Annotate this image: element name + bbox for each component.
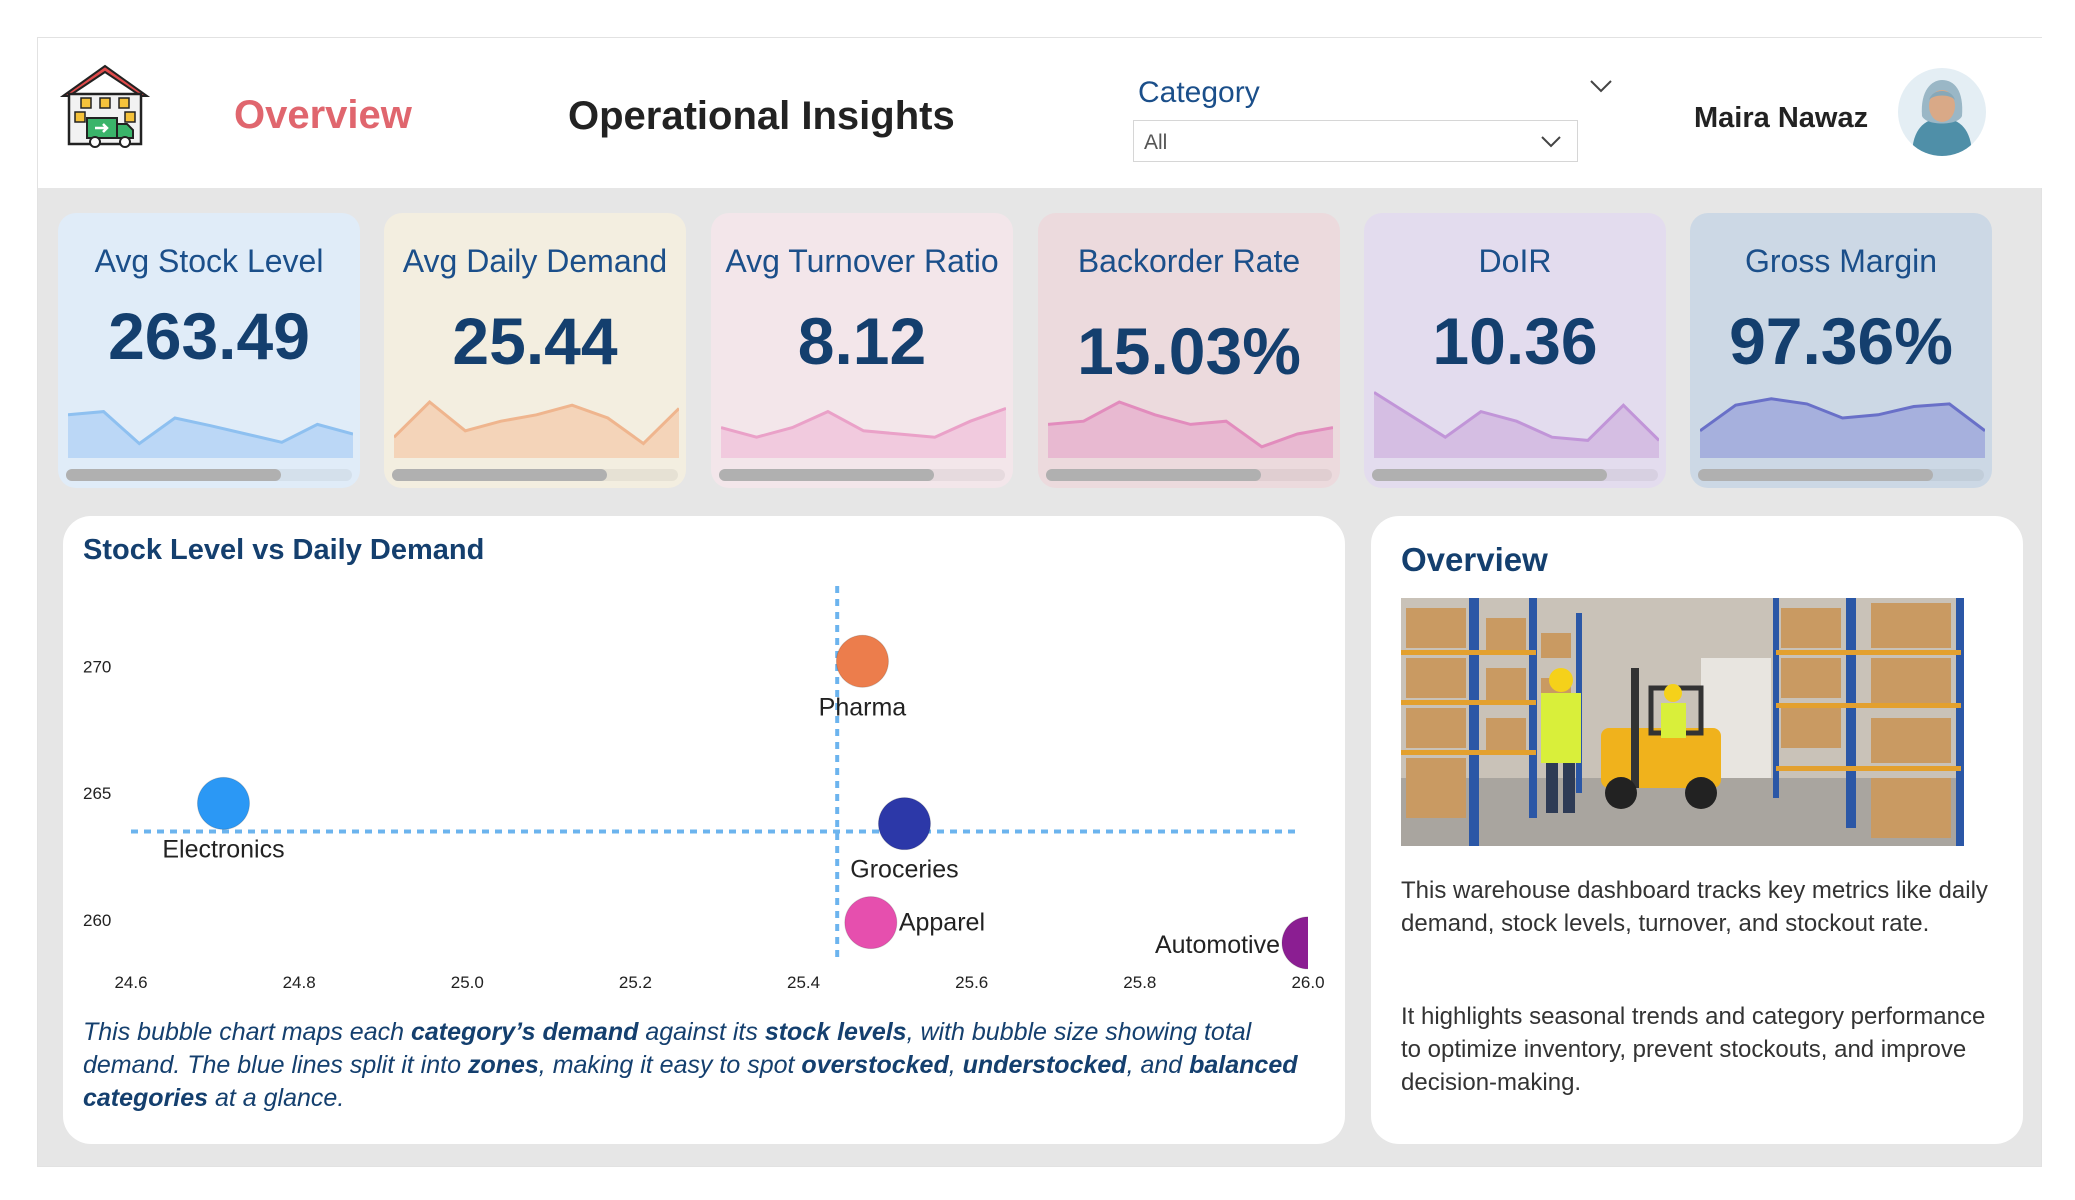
chevron-down-icon (1541, 136, 1561, 148)
kpi-card-backorder-rate: Backorder Rate 15.03% (1038, 213, 1340, 488)
kpi-scrollbar[interactable] (1046, 469, 1332, 481)
bubble-label: Pharma (819, 693, 907, 721)
bubble-groceries[interactable] (877, 797, 931, 851)
desc-emphasis: stock levels (764, 1018, 907, 1046)
desc-text: , (948, 1051, 963, 1079)
overview-panel: Overview This warehouse dashboard tracks… (1371, 516, 2023, 1144)
kpi-card-avg-turnover-ratio: Avg Turnover Ratio 8.12 (711, 213, 1013, 488)
sparkline-area (1048, 402, 1333, 458)
kpi-card-avg-daily-demand: Avg Daily Demand 25.44 (384, 213, 686, 488)
desc-text: , and (1126, 1051, 1190, 1079)
x-tick-label: 24.8 (283, 973, 316, 992)
kpi-card-doir: DoIR 10.36 (1364, 213, 1666, 488)
kpi-card-avg-stock-level: Avg Stock Level 263.49 (58, 213, 360, 488)
kpi-scrollbar[interactable] (1698, 469, 1984, 481)
desc-text: , making it easy to spot (538, 1051, 802, 1079)
bubble-pharma[interactable] (835, 634, 889, 688)
kpi-sparkline (1700, 397, 1985, 458)
kpi-sparkline (394, 399, 679, 458)
kpi-title: Gross Margin (1744, 243, 1938, 279)
desc-text: This bubble chart maps each (83, 1018, 411, 1046)
sparkline-area (394, 402, 679, 458)
avatar (1898, 68, 1986, 156)
kpi-value: 8.12 (797, 304, 927, 378)
x-tick-label: 26.0 (1291, 973, 1324, 992)
kpi-title: Avg Stock Level (94, 243, 324, 279)
kpi-sparkline (1048, 400, 1333, 458)
bubble-label: Groceries (850, 856, 958, 884)
bubble-electronics[interactable] (196, 776, 250, 830)
chart-description: This bubble chart maps each category’s d… (83, 1016, 1328, 1115)
kpi-title: Avg Turnover Ratio (725, 243, 999, 279)
category-dropdown[interactable]: All (1133, 120, 1578, 162)
desc-text: at a glance. (208, 1084, 345, 1112)
nav-overview-link[interactable]: Overview (234, 93, 412, 138)
x-tick-label: 25.8 (1123, 973, 1156, 992)
kpi-sparkline (68, 410, 353, 458)
scrollbar-thumb[interactable] (1046, 469, 1261, 481)
sparkline-area (721, 408, 1006, 458)
desc-text: against its (638, 1018, 765, 1046)
scrollbar-thumb[interactable] (392, 469, 607, 481)
bubble-label: Electronics (162, 835, 284, 863)
scrollbar-thumb[interactable] (66, 469, 281, 481)
chevron-down-icon[interactable] (1585, 70, 1617, 102)
dashboard-frame: Overview Operational Insights Category A… (37, 37, 2043, 1167)
bubble-automotive[interactable] (1281, 916, 1334, 970)
kpi-scrollbar[interactable] (392, 469, 678, 481)
bubble-chart-card: Stock Level vs Daily Demand 24.6 24.8 25.0… (63, 516, 1345, 1144)
x-tick-label: 25.0 (451, 973, 484, 992)
x-tick-label: 25.4 (787, 973, 820, 992)
scrollbar-thumb[interactable] (1698, 469, 1933, 481)
y-tick-label: 260 (83, 911, 111, 930)
page-title: Operational Insights (568, 94, 955, 138)
scrollbar-thumb[interactable] (1372, 469, 1607, 481)
overview-paragraph: It highlights seasonal trends and catego… (1401, 1003, 1986, 1096)
desc-emphasis: understocked (962, 1051, 1127, 1079)
desc-emphasis: overstocked (801, 1051, 949, 1079)
category-selected-value: All (1144, 131, 1168, 154)
y-tick-label: 270 (83, 657, 111, 676)
sparkline-area (1374, 392, 1659, 458)
warehouse-forklift-photo (1401, 598, 1964, 846)
scrollbar-thumb[interactable] (719, 469, 934, 481)
kpi-value: 10.36 (1432, 304, 1598, 378)
kpi-value: 263.49 (108, 299, 310, 373)
kpi-title: Backorder Rate (1077, 243, 1301, 279)
kpi-scrollbar[interactable] (1372, 469, 1658, 481)
kpi-scrollbar[interactable] (719, 469, 1005, 481)
x-tick-label: 25.2 (619, 973, 652, 992)
category-filter-label: Category (1138, 76, 1260, 109)
x-tick-label: 24.6 (114, 973, 147, 992)
header-bar: Overview Operational Insights Category A… (38, 38, 2043, 188)
desc-emphasis: zones (467, 1051, 539, 1079)
desc-emphasis: category’s demand (410, 1018, 639, 1046)
kpi-title: Avg Daily Demand (402, 243, 668, 279)
sparkline-area (1700, 398, 1985, 458)
user-name: Maira Nawaz (1694, 102, 1869, 134)
kpi-card-gross-margin: Gross Margin 97.36% (1690, 213, 1992, 488)
bubble-chart: 24.6 24.8 25.0 25.2 25.4 25.6 25.8 26.0 260 265 27… (83, 586, 1334, 992)
warehouse-truck-logo-icon (59, 64, 151, 148)
x-tick-label: 25.6 (955, 973, 988, 992)
kpi-sparkline (721, 406, 1006, 458)
kpi-scrollbar[interactable] (66, 469, 352, 481)
bubble-label: Apparel (899, 909, 985, 937)
overview-title: Overview (1401, 541, 1548, 578)
kpi-value: 25.44 (452, 304, 618, 378)
kpi-value: 97.36% (1729, 304, 1953, 378)
kpi-sparkline (1374, 391, 1659, 458)
overview-paragraph: This warehouse dashboard tracks key metr… (1401, 877, 1988, 937)
y-tick-label: 265 (83, 784, 111, 803)
kpi-title: DoIR (1478, 243, 1552, 279)
bubble-label: Automotive (1155, 931, 1280, 959)
bubble-apparel[interactable] (844, 896, 898, 950)
chart-title: Stock Level vs Daily Demand (83, 534, 485, 566)
